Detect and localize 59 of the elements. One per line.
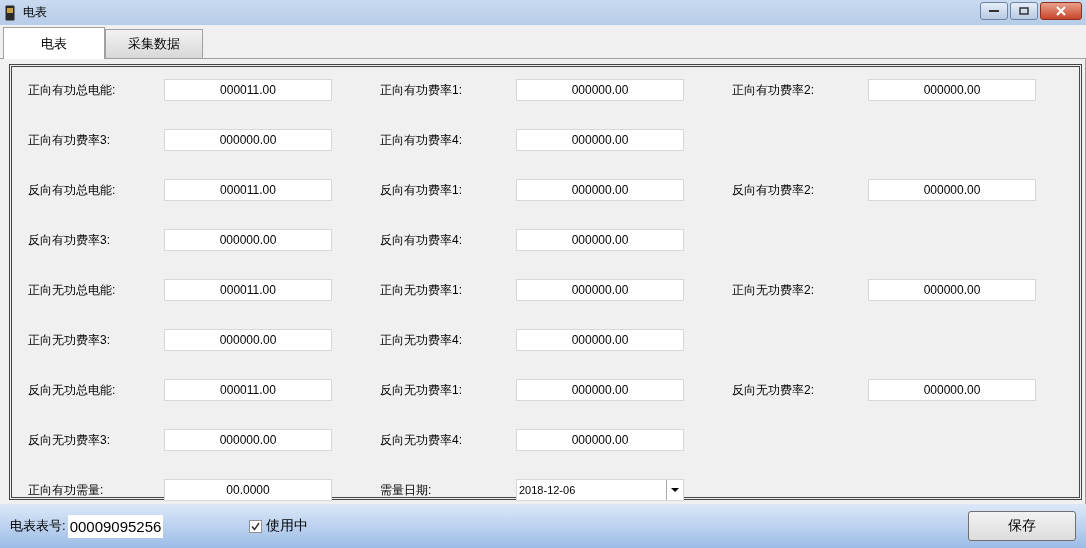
field-label: 正向无功费率2: (732, 281, 815, 299)
value-field[interactable]: 000000.00 (868, 79, 1036, 101)
save-button[interactable]: 保存 (968, 511, 1076, 541)
field-label: 反向无功费率1: (380, 381, 463, 399)
field-label: 正向有功费率2: (732, 81, 815, 99)
field-label: 需量日期: (380, 481, 433, 499)
checkbox-label: 使用中 (266, 517, 309, 535)
field-label: 正向有功费率3: (28, 131, 111, 149)
value-field[interactable]: 000011.00 (164, 79, 332, 101)
field-label: 正向有功费率1: (380, 81, 463, 99)
field-label: 反向有功费率4: (380, 231, 463, 249)
field-label: 正向有功需量: (28, 481, 105, 499)
field-label: 反向无功费率4: (380, 431, 463, 449)
value-field[interactable]: 000000.00 (516, 179, 684, 201)
value-field[interactable]: 000000.00 (164, 229, 332, 251)
field-label: 反向无功总电能: (28, 381, 117, 399)
meter-icon (5, 4, 15, 21)
field-label: 反向无功费率2: (732, 381, 815, 399)
field-label: 正向无功费率1: (380, 281, 463, 299)
value-field[interactable]: 000000.00 (516, 129, 684, 151)
value-field[interactable]: 000011.00 (164, 279, 332, 301)
close-icon (1055, 5, 1067, 16)
value-field[interactable]: 000000.00 (164, 129, 332, 151)
field-label: 正向无功费率4: (380, 331, 463, 349)
tab[interactable]: 电表 (3, 27, 105, 59)
field-label: 反向有功费率2: (732, 181, 815, 199)
value-field[interactable]: 000000.00 (516, 229, 684, 251)
value-field[interactable]: 000000.00 (516, 79, 684, 101)
maximize-icon (1019, 6, 1029, 15)
checkbox[interactable] (249, 519, 263, 533)
close-button[interactable] (1040, 1, 1082, 20)
field-label: 反向有功总电能: (28, 181, 117, 199)
value-field[interactable]: 000000.00 (516, 329, 684, 351)
tab[interactable]: 采集数据 (105, 29, 203, 58)
date-picker[interactable]: 2018-12-06 (516, 479, 684, 501)
value-field[interactable]: 000000.00 (868, 279, 1036, 301)
meter-number-field[interactable]: 00009095256 (67, 514, 164, 538)
meter-number-label: 电表表号: (10, 517, 66, 535)
check-icon (251, 521, 261, 531)
value-field[interactable]: 000011.00 (164, 179, 332, 201)
value-field[interactable]: 00.0000 (164, 479, 332, 501)
field-label: 反向有功费率1: (380, 181, 463, 199)
value-field[interactable]: 000000.00 (164, 329, 332, 351)
field-label: 正向有功总电能: (28, 81, 117, 99)
value-field[interactable]: 000000.00 (516, 379, 684, 401)
value-field[interactable]: 000011.00 (164, 379, 332, 401)
value-field[interactable]: 000000.00 (516, 279, 684, 301)
window-title: 电表 (23, 4, 47, 21)
value-field[interactable]: 000000.00 (868, 379, 1036, 401)
field-label: 反向有功费率3: (28, 231, 111, 249)
value-field[interactable]: 000000.00 (868, 179, 1036, 201)
field-label: 正向无功费率3: (28, 331, 111, 349)
maximize-button[interactable] (1010, 1, 1038, 20)
value-field[interactable]: 000000.00 (164, 429, 332, 451)
field-label: 反向无功费率3: (28, 431, 111, 449)
value-field[interactable]: 000000.00 (516, 429, 684, 451)
field-label: 正向有功费率4: (380, 131, 463, 149)
minimize-button[interactable] (980, 1, 1008, 20)
field-label: 正向无功总电能: (28, 281, 117, 299)
